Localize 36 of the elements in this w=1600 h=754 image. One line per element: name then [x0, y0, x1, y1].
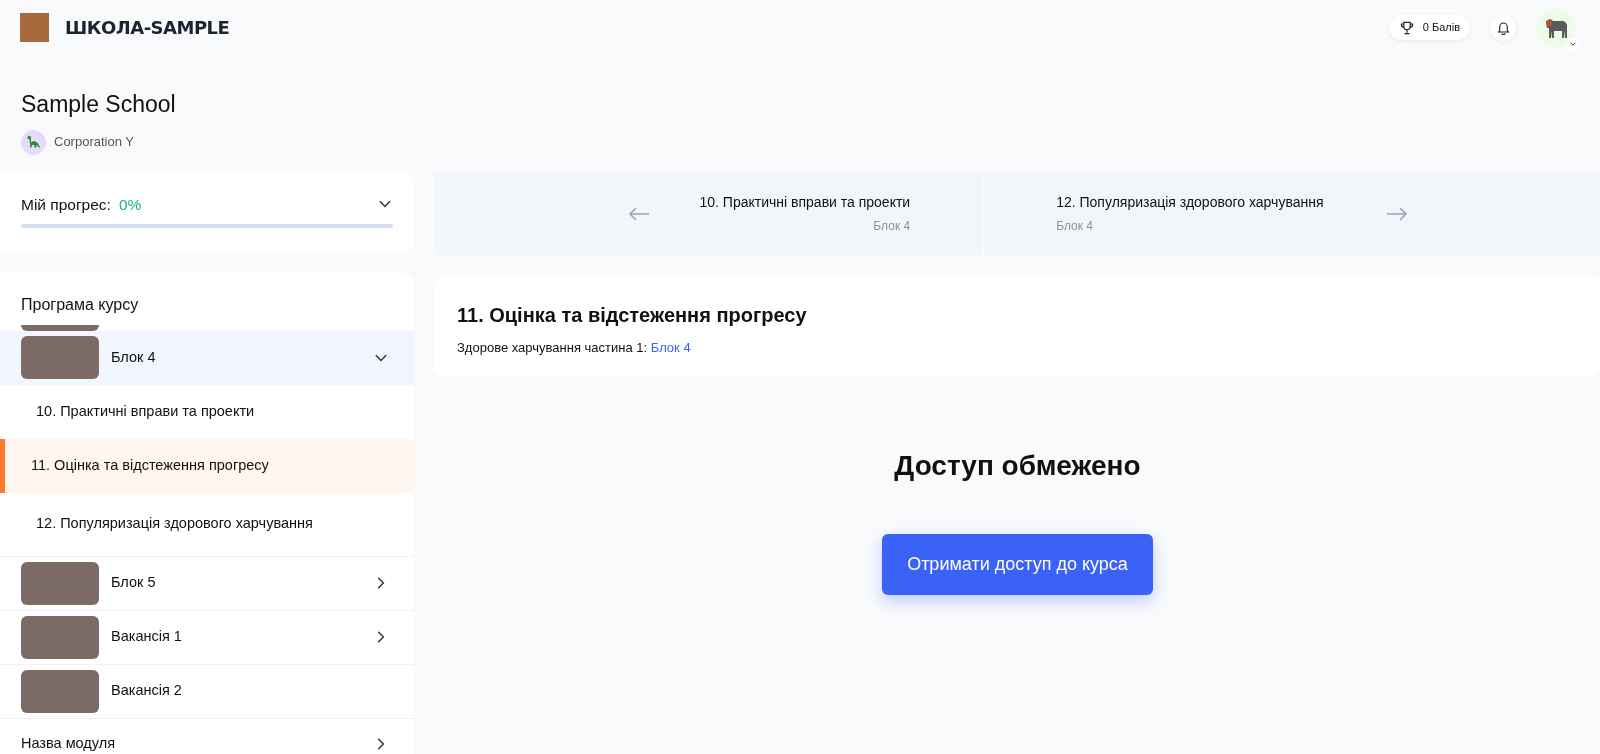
points-badge[interactable]: 0 Балів	[1388, 15, 1470, 40]
trophy-icon	[1398, 19, 1415, 36]
school-name: Sample School	[20, 90, 177, 119]
caret-icon	[1567, 37, 1579, 50]
user-avatar[interactable]	[1536, 7, 1576, 48]
lesson-item[interactable]: 11. Оцінка та відстеження прогресу	[0, 438, 414, 493]
block-link[interactable]: Блок 4	[650, 337, 691, 357]
module-item[interactable]: Блок 4	[0, 330, 414, 385]
progress-value: 0%	[118, 194, 142, 215]
logo-photo	[20, 13, 49, 42]
notification-button[interactable]	[1490, 14, 1516, 41]
progress-label: Мій прогрес:	[21, 194, 111, 215]
lesson-item[interactable]: 12. Популяризація здорового харчування	[0, 492, 414, 556]
get-access-button[interactable]: Отримати доступ до курса	[882, 533, 1153, 595]
block-label: Блок 4	[872, 218, 911, 235]
organization-name: Corporation Y	[54, 133, 134, 152]
panel-title: Програма курсу	[20, 294, 140, 315]
brand-name[interactable]: ШКОЛА-SAMPLE	[65, 14, 230, 41]
progress-card[interactable]: Мій прогрес: 0%	[0, 172, 414, 252]
block-label: Блок 4	[1056, 218, 1094, 235]
module-item[interactable]: Вакансія 2	[0, 663, 414, 718]
bell-icon	[1495, 20, 1511, 35]
dinosaur-icon	[21, 129, 46, 155]
arrow-right-icon	[1385, 205, 1408, 222]
breadcrumb-text: Здорове харчування частина 1:	[457, 338, 648, 357]
lesson-title: 10. Практичні вправи та проекти	[699, 193, 911, 212]
module-item[interactable]: Вакансія 1	[0, 609, 414, 664]
access-heading: Доступ обмежено	[894, 448, 1141, 483]
arrow-left-icon	[627, 205, 650, 222]
module-item[interactable]: Назва модуля	[0, 717, 414, 754]
lesson-title: 12. Популяризація здорового харчування	[1056, 193, 1324, 212]
previous-lesson-link[interactable]: 10. Практичні вправи та проекти Блок 4	[435, 172, 983, 255]
lesson-title: 11. Оцінка та відстеження прогресу	[457, 302, 808, 328]
lesson-item[interactable]: 10. Практичні вправи та проекти	[0, 384, 414, 439]
next-lesson-link[interactable]: 12. Популяризація здорового харчування Блок 4	[984, 172, 1600, 255]
module-item[interactable]: Блок 5	[0, 555, 414, 610]
